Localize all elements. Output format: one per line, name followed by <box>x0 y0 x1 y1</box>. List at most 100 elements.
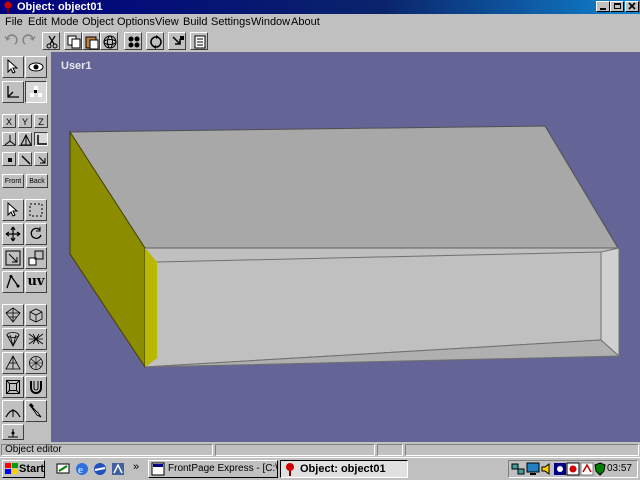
axes-view-button[interactable] <box>2 132 16 146</box>
magnet-icon <box>30 381 42 394</box>
title-bar: Object: object01 <box>0 0 640 14</box>
eye-icon <box>28 62 44 72</box>
start-button[interactable]: Start <box>2 460 45 478</box>
axis-z-button[interactable]: Z <box>34 114 48 128</box>
rotate-icon <box>30 227 42 239</box>
points-tool[interactable] <box>25 81 47 103</box>
app-icon[interactable] <box>2 1 14 13</box>
uv-tool[interactable]: uv <box>25 271 47 293</box>
mesh-tool-5[interactable] <box>2 352 24 374</box>
mesh-tool-4[interactable] <box>25 328 47 350</box>
menu-mode[interactable]: Mode <box>51 16 79 28</box>
scale-tool[interactable] <box>2 247 24 269</box>
sphere-button[interactable] <box>100 32 118 50</box>
tool-palette: X Y Z Front Back uv <box>0 52 50 442</box>
front-view-button[interactable]: Front <box>2 174 24 188</box>
close-button[interactable] <box>625 1 639 12</box>
scheduler-icon[interactable] <box>580 462 594 476</box>
menu-options[interactable]: Options <box>117 16 155 28</box>
menu-build[interactable]: Build <box>183 16 207 28</box>
move-button[interactable] <box>168 32 186 50</box>
view-eye-tool[interactable] <box>25 56 47 78</box>
taskbar-item-frontpage[interactable]: FrontPage Express - [C:\in... <box>148 460 278 478</box>
extra-tool[interactable] <box>2 424 24 440</box>
arrow-down-button[interactable] <box>34 152 48 166</box>
internet-explorer-icon[interactable]: e <box>74 461 90 477</box>
cut-button[interactable] <box>42 32 60 50</box>
paste-button[interactable] <box>82 32 100 50</box>
pointer-icon <box>7 59 19 74</box>
redo-button[interactable] <box>20 32 38 50</box>
display-settings-icon[interactable] <box>553 462 567 476</box>
menu-about[interactable]: About <box>291 16 320 28</box>
axis-x-button[interactable]: X <box>2 114 16 128</box>
taskbar-item-object-editor[interactable]: Object: object01 <box>280 460 408 478</box>
quicklaunch-chevron[interactable]: » <box>133 461 139 473</box>
redo-icon <box>22 34 36 45</box>
dot-button[interactable] <box>2 152 16 166</box>
desktop-icon[interactable] <box>55 461 71 477</box>
undo-button[interactable] <box>2 32 20 50</box>
network-icon[interactable] <box>511 462 525 476</box>
axis-tool[interactable] <box>2 81 24 103</box>
back-view-button[interactable]: Back <box>26 174 48 188</box>
menu-settings[interactable]: Settings <box>211 16 251 28</box>
vertex-tool[interactable] <box>2 271 24 293</box>
taskbar-item-label: FrontPage Express - [C:\in... <box>168 463 278 474</box>
close-icon <box>628 2 636 10</box>
status-text: Object editor <box>1 444 213 456</box>
undo-icon <box>4 34 18 45</box>
mesh-tool-6[interactable] <box>25 352 47 374</box>
resize-tool[interactable] <box>25 247 47 269</box>
rotate-tool[interactable] <box>25 223 47 245</box>
speaker-icon[interactable] <box>540 462 554 476</box>
cube-wire-icon <box>29 308 43 323</box>
paste-icon <box>85 36 99 50</box>
3d-model[interactable] <box>51 52 640 442</box>
grid-button[interactable] <box>124 32 142 50</box>
refresh-button[interactable] <box>146 32 164 50</box>
magnet-tool[interactable] <box>25 376 47 398</box>
corner-view-button[interactable] <box>34 132 48 146</box>
corner-icon <box>37 135 47 145</box>
menu-edit[interactable]: Edit <box>28 16 47 28</box>
bend-tool[interactable] <box>2 400 24 422</box>
frontpage-icon <box>151 462 165 476</box>
taskbar: Start e » FrontPage Express - [C:\in... … <box>0 457 640 480</box>
monitor-icon[interactable] <box>526 462 540 476</box>
vertex-icon <box>6 274 20 289</box>
system-tray: 03:57 <box>508 460 638 478</box>
menu-view[interactable]: View <box>155 16 179 28</box>
minimize-button[interactable] <box>596 1 610 12</box>
mesh-tool-1[interactable] <box>2 304 24 326</box>
select-pointer-tool[interactable] <box>2 199 24 221</box>
knife-tool[interactable] <box>25 400 47 422</box>
object-app-icon <box>286 463 294 476</box>
list-button[interactable] <box>190 32 208 50</box>
marquee-icon <box>29 203 43 217</box>
menu-file[interactable]: File <box>5 16 23 28</box>
channels-icon[interactable] <box>110 461 126 477</box>
diagonal-button[interactable] <box>18 152 32 166</box>
menu-object[interactable]: Object <box>82 16 114 28</box>
rect-select-tool[interactable] <box>25 199 47 221</box>
axis-y-button[interactable]: Y <box>18 114 32 128</box>
maximize-icon <box>614 3 621 9</box>
menu-window[interactable]: Window <box>251 16 290 28</box>
arrow-down-right-icon <box>38 156 46 164</box>
select-tool[interactable] <box>2 56 24 78</box>
node-icon <box>8 429 18 438</box>
mesh-tool-2[interactable] <box>25 304 47 326</box>
copy-button[interactable] <box>64 32 82 50</box>
mesh-tool-3[interactable] <box>2 328 24 350</box>
move-tool[interactable] <box>2 223 24 245</box>
maximize-button[interactable] <box>610 1 624 12</box>
outlook-icon[interactable] <box>92 461 108 477</box>
twist-icon <box>28 333 44 345</box>
perspective-button[interactable] <box>18 132 32 146</box>
3d-viewport[interactable]: User1 <box>51 52 640 442</box>
toolbar <box>0 30 640 52</box>
mesh-tool-7[interactable] <box>2 376 24 398</box>
shield-icon[interactable] <box>593 462 607 476</box>
update-icon[interactable] <box>566 462 580 476</box>
